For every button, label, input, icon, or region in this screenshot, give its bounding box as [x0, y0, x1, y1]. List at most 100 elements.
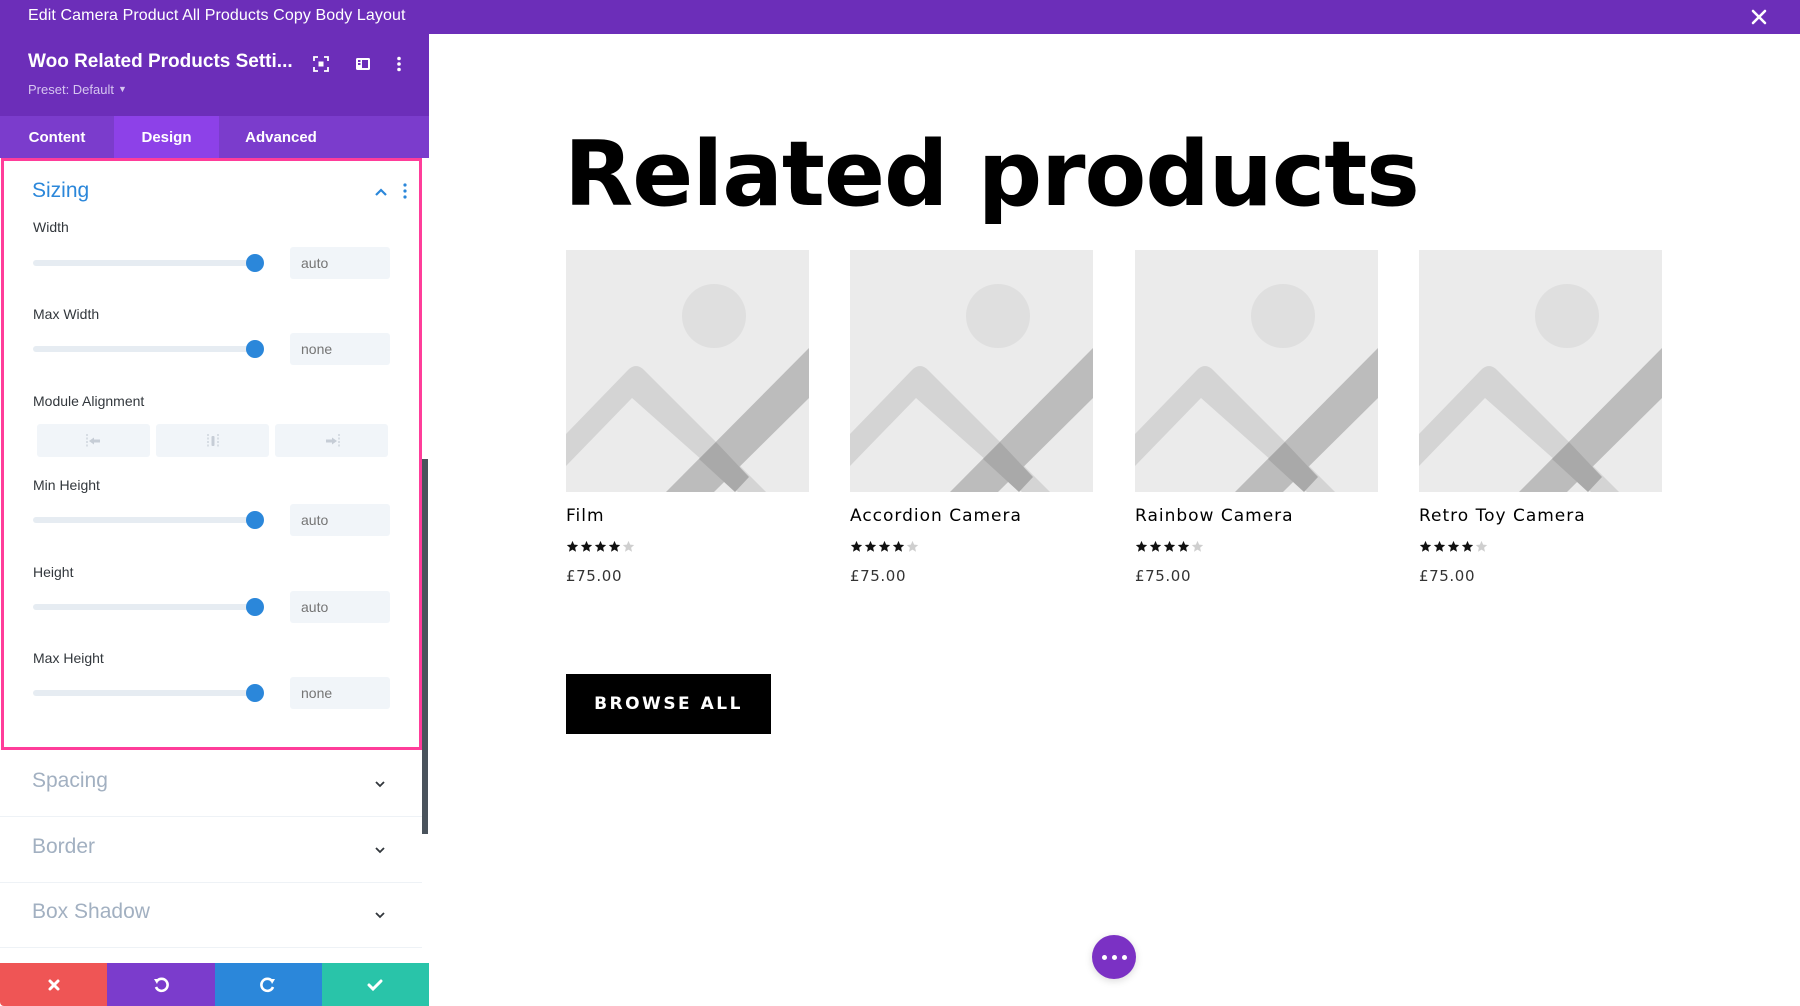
- action-bar: [0, 963, 429, 1006]
- product-card[interactable]: Rainbow Camera £75.00: [1135, 250, 1378, 585]
- max-width-input[interactable]: [290, 333, 390, 365]
- browse-all-button[interactable]: BROWSE ALL: [566, 674, 771, 734]
- product-card[interactable]: Film £75.00: [566, 250, 809, 585]
- product-name[interactable]: Film: [566, 506, 809, 526]
- dot-icon: [1111, 954, 1117, 960]
- min-height-slider[interactable]: [33, 511, 264, 529]
- settings-tabs: Content Design Advanced: [0, 116, 429, 158]
- spacing-group-title: Spacing: [32, 769, 108, 792]
- chevron-down-icon: [375, 912, 385, 919]
- preset-dropdown[interactable]: Preset: Default ▼: [28, 82, 127, 97]
- product-price: £75.00: [850, 567, 907, 585]
- star-filled-icon: [1433, 540, 1446, 552]
- max-width-slider[interactable]: [33, 340, 264, 358]
- slider-thumb[interactable]: [246, 254, 264, 272]
- min-height-label: Min Height: [33, 477, 100, 493]
- height-slider[interactable]: [33, 598, 264, 616]
- product-price: £75.00: [1135, 567, 1192, 585]
- star-filled-icon: [566, 540, 579, 552]
- slider-thumb[interactable]: [246, 598, 264, 616]
- close-icon: [48, 979, 60, 990]
- min-height-input[interactable]: [290, 504, 390, 536]
- width-input[interactable]: [290, 247, 390, 279]
- star-filled-icon: [580, 540, 593, 552]
- align-right-button[interactable]: [275, 424, 388, 457]
- product-image-placeholder[interactable]: [1419, 250, 1662, 492]
- chevron-down-icon: [375, 847, 385, 854]
- star-filled-icon: [594, 540, 607, 552]
- sizing-group: Sizing Width Max Width Module Alignment …: [1, 158, 422, 750]
- page-settings-button[interactable]: [1092, 935, 1136, 979]
- module-settings-title: Woo Related Products Setti...: [28, 51, 293, 72]
- border-group-title: Border: [32, 835, 96, 858]
- star-filled-icon: [864, 540, 877, 552]
- page-preview: Related products Film £75.00 Accordion Cam…: [429, 34, 1800, 1006]
- box-shadow-group-title: Box Shadow: [32, 900, 150, 923]
- slider-thumb[interactable]: [246, 684, 264, 702]
- focus-mode-icon[interactable]: [312, 55, 330, 73]
- align-right-icon: [325, 433, 340, 448]
- close-icon[interactable]: [1748, 6, 1770, 28]
- product-card[interactable]: Accordion Camera £75.00: [850, 250, 1093, 585]
- star-filled-icon: [1163, 540, 1176, 552]
- chevron-up-icon[interactable]: [374, 187, 388, 197]
- max-height-slider[interactable]: [33, 684, 264, 702]
- star-empty-icon: [906, 540, 919, 552]
- star-filled-icon: [878, 540, 891, 552]
- max-width-label: Max Width: [33, 306, 100, 322]
- slider-thumb[interactable]: [246, 340, 264, 358]
- star-filled-icon: [892, 540, 905, 552]
- star-filled-icon: [1149, 540, 1162, 552]
- more-options-icon[interactable]: [390, 55, 408, 73]
- align-left-icon: [85, 433, 100, 448]
- max-height-label: Max Height: [33, 650, 104, 666]
- product-rating: [850, 540, 1093, 554]
- settings-scrollbar[interactable]: [422, 459, 428, 834]
- spacing-group[interactable]: Spacing: [0, 752, 422, 817]
- module-alignment-label: Module Alignment: [33, 393, 145, 409]
- tab-advanced[interactable]: Advanced: [219, 116, 343, 158]
- redo-icon: [260, 977, 276, 992]
- star-empty-icon: [622, 540, 635, 552]
- star-filled-icon: [608, 540, 621, 552]
- slider-thumb[interactable]: [246, 511, 264, 529]
- product-image-placeholder[interactable]: [850, 250, 1093, 492]
- align-center-button[interactable]: [156, 424, 269, 457]
- group-options-icon[interactable]: [402, 181, 408, 201]
- redo-button[interactable]: [214, 963, 322, 1006]
- editor-title: Edit Camera Product All Products Copy Bo…: [28, 7, 406, 24]
- align-center-icon: [206, 433, 219, 448]
- height-input[interactable]: [290, 591, 390, 623]
- product-image-placeholder[interactable]: [566, 250, 809, 492]
- product-image-placeholder[interactable]: [1135, 250, 1378, 492]
- sizing-group-title[interactable]: Sizing: [32, 179, 89, 203]
- product-card[interactable]: Retro Toy Camera £75.00: [1419, 250, 1662, 585]
- width-label: Width: [33, 219, 69, 235]
- border-group[interactable]: Border: [0, 818, 422, 883]
- product-rating: [566, 540, 809, 554]
- width-slider[interactable]: [33, 254, 264, 272]
- preset-label: Preset: Default: [28, 82, 114, 97]
- align-left-button[interactable]: [37, 424, 150, 457]
- layout-toggle-icon[interactable]: [354, 55, 372, 73]
- cancel-button[interactable]: [0, 963, 108, 1006]
- product-name[interactable]: Retro Toy Camera: [1419, 506, 1662, 526]
- checkmark-icon: [367, 979, 383, 991]
- settings-header: Woo Related Products Setti... Preset: De…: [0, 34, 429, 116]
- product-rating: [1419, 540, 1662, 554]
- box-shadow-group[interactable]: Box Shadow: [0, 883, 422, 948]
- undo-icon: [153, 977, 169, 992]
- product-price: £75.00: [1419, 567, 1476, 585]
- tab-design[interactable]: Design: [114, 116, 219, 158]
- max-height-input[interactable]: [290, 677, 390, 709]
- editor-title-bar: Edit Camera Product All Products Copy Bo…: [0, 0, 1800, 34]
- product-name[interactable]: Accordion Camera: [850, 506, 1093, 526]
- save-button[interactable]: [321, 963, 429, 1006]
- undo-button[interactable]: [107, 963, 215, 1006]
- product-name[interactable]: Rainbow Camera: [1135, 506, 1378, 526]
- star-filled-icon: [1419, 540, 1432, 552]
- star-filled-icon: [1461, 540, 1474, 552]
- star-empty-icon: [1475, 540, 1488, 552]
- related-products-heading: Related products: [564, 122, 1420, 227]
- tab-content[interactable]: Content: [0, 116, 114, 158]
